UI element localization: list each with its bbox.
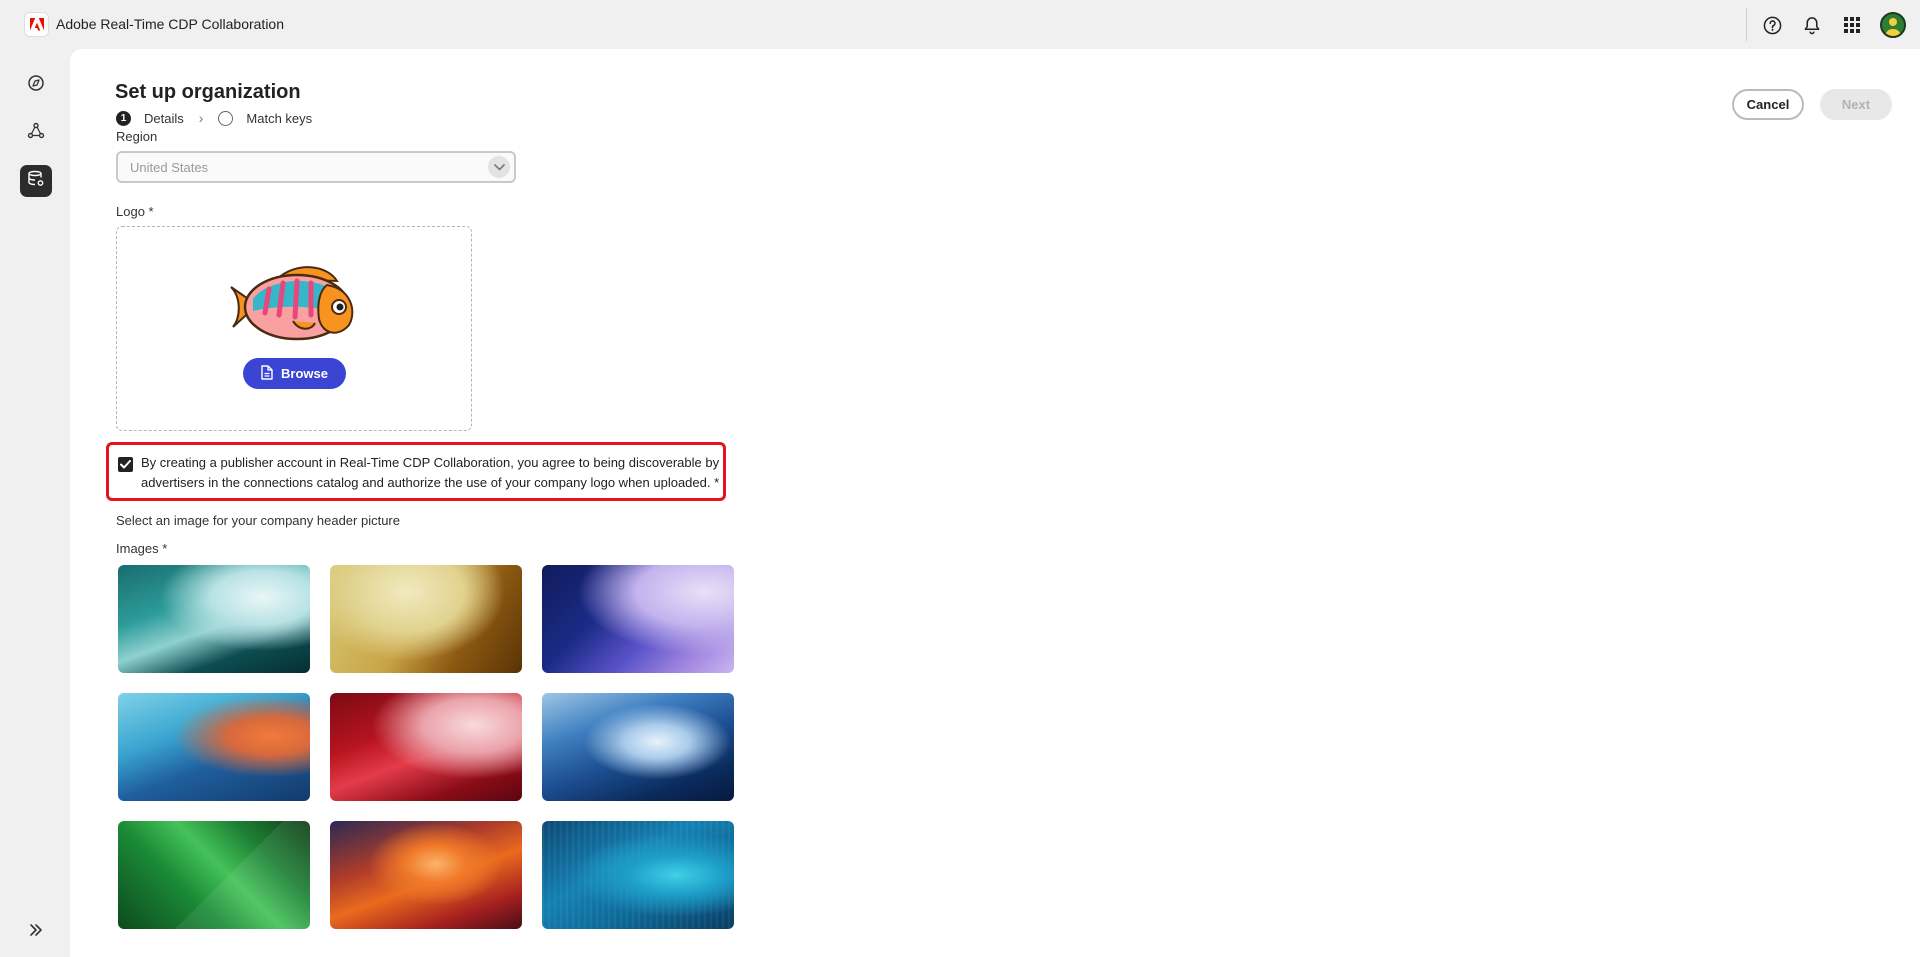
image-grid [118,565,734,929]
header-image-gold-waves[interactable] [330,565,522,673]
app-title: Adobe Real-Time CDP Collaboration [56,16,284,32]
header-image-indigo-waves[interactable] [542,565,734,673]
database-settings-icon [27,170,45,193]
top-bar: Adobe Real-Time CDP Collaboration [0,0,1920,49]
step-match-keys-label[interactable]: Match keys [246,111,312,126]
rail-item-connections[interactable] [20,117,52,149]
browse-label: Browse [281,366,328,381]
header-image-red-waves[interactable] [330,693,522,801]
bell-icon[interactable] [1800,13,1824,37]
top-bar-divider [1746,8,1747,41]
header-image-blue-orange-waves[interactable] [118,693,310,801]
step-details-label[interactable]: Details [144,111,184,126]
header-image-teal-waves[interactable] [118,565,310,673]
images-label: Images * [116,541,168,556]
apps-grid-icon[interactable] [1840,13,1864,37]
page-title: Set up organization [115,81,301,103]
user-avatar[interactable] [1880,12,1906,38]
chevron-double-right-icon[interactable] [24,918,48,942]
header-picture-label: Select an image for your company header … [116,513,400,528]
help-icon[interactable] [1760,13,1784,37]
header-image-green-geometric[interactable] [118,821,310,929]
region-label: Region [116,129,158,144]
header-image-cyan-lines[interactable] [542,821,734,929]
agreement-box: By creating a publisher account in Real-… [106,442,726,501]
compass-icon [27,74,45,97]
agreement-text[interactable]: By creating a publisher account in Real-… [141,453,721,493]
logo-dropzone[interactable]: Browse [116,226,472,431]
browse-button[interactable]: Browse [243,358,346,389]
region-select[interactable]: United States [116,151,516,183]
document-icon [261,364,273,383]
step-1-number: 1 [116,110,131,126]
rail-item-discover[interactable] [20,69,52,101]
next-button[interactable]: Next [1820,89,1892,120]
cancel-button[interactable]: Cancel [1732,89,1804,120]
stepper: 1 Details › Match keys [116,110,312,126]
header-image-navy-waves[interactable] [542,693,734,801]
header-image-orange-flow[interactable] [330,821,522,929]
chevron-right-icon: › [198,110,204,126]
adobe-logo-icon[interactable] [24,12,49,37]
network-icon [27,122,45,145]
fish-logo-image [227,265,363,345]
region-value: United States [130,159,209,175]
logo-label: Logo * [116,204,154,219]
rail-item-organization[interactable] [20,165,52,197]
agreement-checkbox[interactable] [118,457,133,472]
step-2-indicator [218,110,234,126]
chevron-down-icon[interactable] [488,156,510,178]
